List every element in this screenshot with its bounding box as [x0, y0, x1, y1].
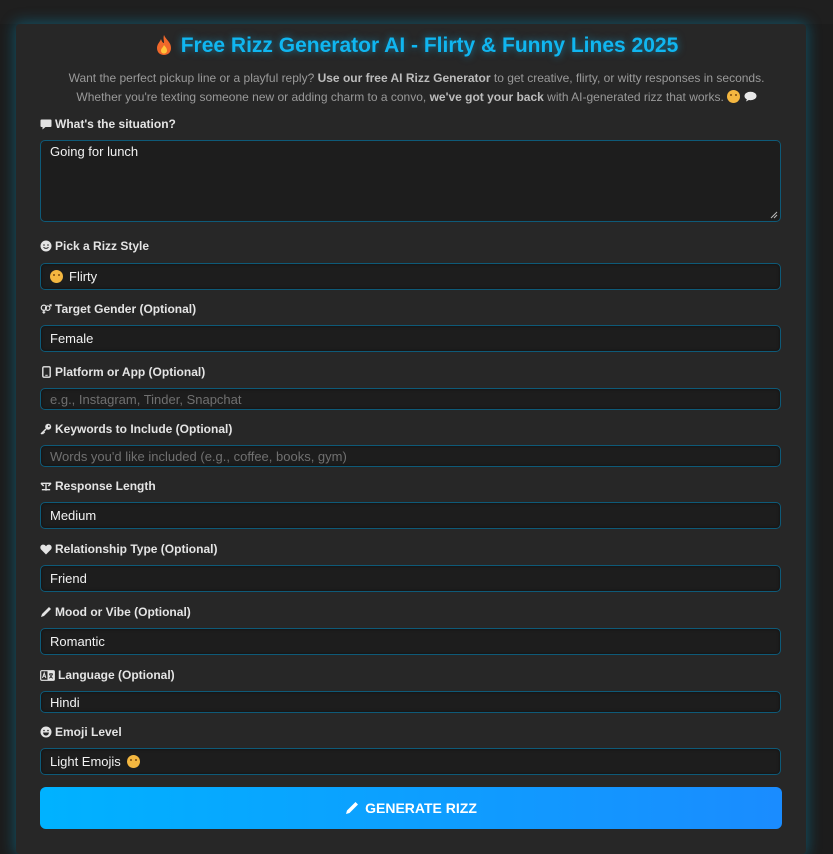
smile-icon	[40, 240, 52, 252]
relationship-select[interactable]: Friend	[40, 565, 781, 592]
situation-value: Going for lunch	[50, 144, 139, 159]
style-label: Pick a Rizz Style	[40, 239, 149, 253]
platform-input[interactable]: e.g., Instagram, Tinder, Snapchat	[40, 388, 781, 410]
generate-rizz-button[interactable]: GENERATE RIZZ	[40, 787, 782, 829]
style-select[interactable]: Flirty	[40, 263, 781, 290]
browser-top-bar	[0, 0, 833, 24]
title-text: Free Rizz Generator AI - Flirty & Funny …	[180, 34, 679, 57]
length-select[interactable]: Medium	[40, 502, 781, 529]
mood-select[interactable]: Romantic	[40, 628, 781, 655]
keywords-placeholder: Words you'd like included (e.g., coffee,…	[50, 448, 347, 464]
grin-icon	[40, 726, 52, 738]
language-icon	[40, 669, 55, 681]
gender-label: Target Gender (Optional)	[40, 302, 196, 316]
keywords-input[interactable]: Words you'd like included (e.g., coffee,…	[40, 445, 781, 467]
language-label: Language (Optional)	[40, 668, 175, 682]
heart-icon	[40, 543, 52, 555]
comment-icon	[40, 118, 52, 130]
platform-placeholder: e.g., Instagram, Tinder, Snapchat	[50, 391, 242, 407]
pencil-icon	[40, 606, 52, 618]
language-input[interactable]: Hindi	[40, 691, 781, 713]
speech-bubble-icon	[744, 91, 757, 102]
emoji-level-select[interactable]: Light Emojis	[40, 748, 781, 775]
pencil-icon	[346, 802, 359, 814]
gender-icon	[40, 303, 52, 315]
length-label: Response Length	[40, 479, 156, 493]
gender-select[interactable]: Female	[40, 325, 781, 352]
flame-icon	[156, 35, 171, 55]
ruler-icon	[40, 480, 52, 492]
keywords-label: Keywords to Include (Optional)	[40, 422, 232, 436]
resize-grip-icon[interactable]	[770, 211, 778, 219]
relationship-label: Relationship Type (Optional)	[40, 542, 217, 556]
key-icon	[40, 423, 52, 435]
page-title: Free Rizz Generator AI - Flirty & Funny …	[0, 34, 833, 58]
flirty-emoji-icon	[50, 270, 63, 283]
mobile-icon	[40, 366, 52, 378]
situation-label: What's the situation?	[40, 117, 176, 131]
emoji-level-label: Emoji Level	[40, 725, 122, 739]
smiling-emoji-icon	[126, 755, 140, 768]
situation-textarea[interactable]: Going for lunch	[40, 140, 781, 222]
platform-label: Platform or App (Optional)	[40, 365, 205, 379]
mood-label: Mood or Vibe (Optional)	[40, 605, 191, 619]
generate-rizz-label: GENERATE RIZZ	[365, 800, 477, 816]
wink-emoji-icon	[727, 90, 741, 103]
intro-text: Want the perfect pickup line or a playfu…	[68, 71, 765, 104]
